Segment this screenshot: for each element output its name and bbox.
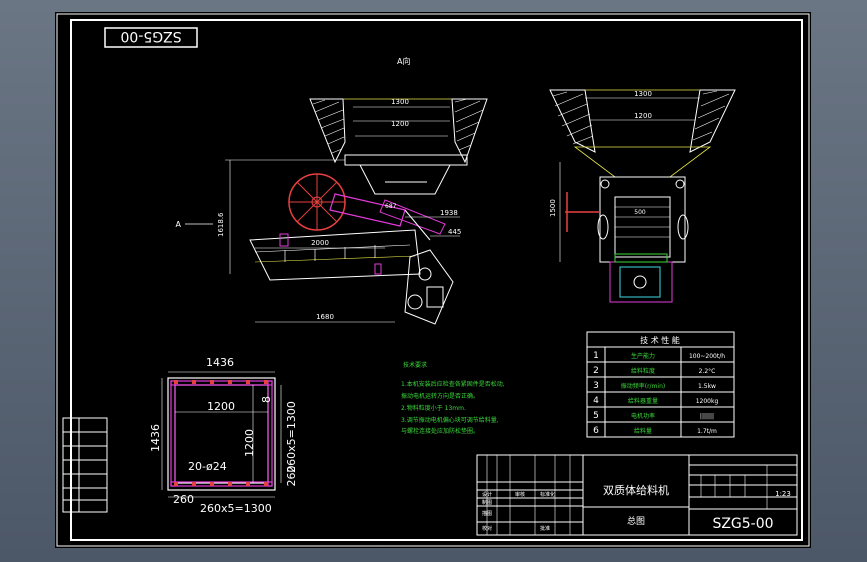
spec-row-no: 1: [593, 351, 599, 361]
spec-row-name: 给料量: [634, 427, 652, 435]
drawing-scale: 1:23: [775, 490, 791, 498]
view-arrow-a: A: [176, 220, 182, 229]
note-line-1: 1.本机安装后应检查各紧固件是否松动,: [401, 380, 505, 388]
side-dim-1680: 1680: [316, 313, 334, 321]
side-dim-1618: 1618.6: [217, 212, 225, 237]
side-view: A向 1300 1200 687 1618.6 2000 1938 445 16…: [176, 56, 488, 325]
side-dim-1300: 1300: [391, 98, 409, 106]
note-line-4: 3.调节振动电机偏心块可调节给料量,: [401, 416, 499, 424]
plan-dim-top: 1436: [206, 356, 234, 369]
drawing-number-text: SZG5-00: [120, 28, 181, 44]
side-dim-2000: 2000: [311, 239, 329, 247]
title-cell: 描图: [482, 510, 492, 517]
note-line-2: 振动电机运转方向是否正确。: [401, 392, 479, 400]
plan-dim-bottom: 260x5=1300: [200, 502, 272, 515]
plan-dim-260-right: 260: [285, 466, 298, 487]
title-block: 双质体给料机 总图 SZG5-00 1:23 设计 制图 描图 校对 审核 标准…: [476, 454, 798, 536]
title-cell: 设计: [482, 491, 492, 498]
title-cell: 批准: [540, 525, 550, 532]
front-dim-1500: 1500: [549, 199, 557, 217]
spec-row-value: 1200kg: [696, 398, 719, 405]
spec-row-name: 振动频率(r/min): [621, 382, 666, 390]
title-cell: 制图: [482, 499, 492, 506]
view-label-a: A向: [397, 56, 410, 66]
side-dim-1938: 1938: [440, 209, 458, 217]
side-dim-445: 445: [448, 228, 461, 236]
drawing-number: SZG5-00: [712, 516, 773, 532]
drawing-sheet: SZG5-00 A向 1300 1200 687 1618.6 2000 193…: [55, 12, 811, 548]
side-dim-687: 687: [385, 203, 397, 210]
plan-view: 1436 1200 1200 8 1436 20-ø24 260x5=1300 …: [149, 356, 298, 515]
technical-notes: 技术要求 1.本机安装后应检查各紧固件是否松动, 振动电机运转方向是否正确。 2…: [401, 361, 505, 435]
title-cell: 标准化: [540, 491, 555, 498]
spec-row-no: 4: [593, 396, 599, 406]
spec-row-value: 1.7t/m: [697, 428, 717, 435]
machine-name: 双质体给料机: [603, 483, 669, 497]
spec-table: 技 术 性 能 1 生产能力 100~200t/h 2 给料粒度 2.2°C 3…: [586, 331, 735, 438]
left-stamp-table: [62, 417, 108, 513]
spec-row-name: 电机功率: [631, 412, 655, 420]
note-line-5: 与螺栓连接处应加防松垫圈。: [401, 427, 479, 435]
drawing-canvas: SZG5-00 A向 1300 1200 687 1618.6 2000 193…: [56, 13, 810, 547]
note-line-3: 2.物料粒度小于 13mm.: [401, 404, 466, 412]
plan-dim-right: 260x5=1300: [285, 401, 298, 473]
spec-row-value: |||||||: [700, 413, 714, 420]
plan-dim-1200-v: 1200: [243, 429, 256, 457]
spec-row-value: 100~200t/h: [689, 353, 725, 360]
spec-row-no: 3: [593, 381, 599, 391]
title-cell: 审核: [515, 491, 525, 498]
spec-row-no: 2: [593, 366, 599, 376]
notes-heading: 技术要求: [403, 361, 427, 369]
front-dim-1300: 1300: [634, 90, 652, 98]
drawing-type: 总图: [627, 515, 645, 527]
front-view: 1300 1200 500 1500: [549, 89, 736, 303]
front-dim-1200: 1200: [634, 112, 652, 120]
spec-row-value: 1.5kw: [698, 383, 716, 390]
side-dim-1200: 1200: [391, 120, 409, 128]
spec-row-name: 给料粒度: [631, 367, 655, 375]
outer-border: [56, 13, 810, 547]
plan-dim-260-bottom: 260: [173, 493, 194, 506]
cad-viewport[interactable]: SZG5-00 A向 1300 1200 687 1618.6 2000 193…: [0, 0, 867, 562]
front-dim-500: 500: [634, 209, 646, 216]
spec-row-no: 5: [593, 411, 599, 421]
spec-row-name: 给料器重量: [628, 397, 658, 405]
spec-header: 技 术 性 能: [640, 335, 680, 345]
title-cell: 校对: [482, 525, 492, 532]
plan-dim-8: 8: [260, 396, 273, 403]
plan-dim-left: 1436: [149, 424, 162, 452]
spec-row-name: 生产能力: [631, 352, 655, 360]
plan-bolt-holes: 20-ø24: [188, 460, 227, 473]
plan-dim-1200-h: 1200: [207, 400, 235, 413]
spec-row-no: 6: [593, 426, 599, 436]
spec-row-value: 2.2°C: [699, 368, 716, 375]
